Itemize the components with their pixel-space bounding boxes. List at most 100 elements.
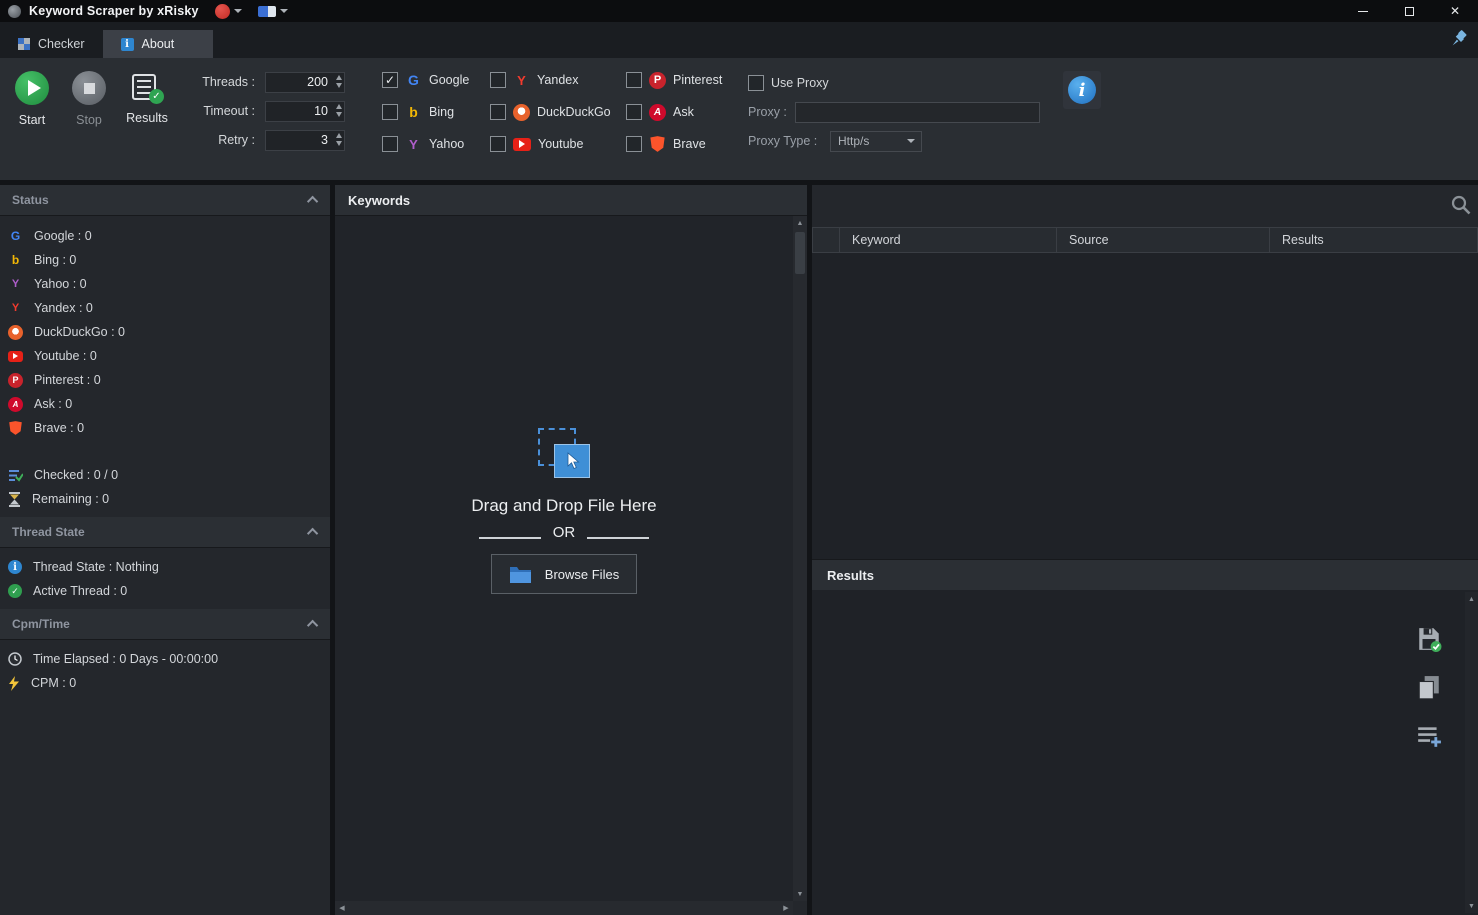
status-value: Yahoo : 0 [34, 277, 87, 291]
engine-label: Ask [673, 105, 694, 119]
thread-state-list: i Thread State : Nothing ✓ Active Thread… [0, 548, 330, 603]
engine-bing[interactable]: Bing [382, 104, 490, 121]
status-section-header[interactable]: Status [0, 185, 330, 216]
proxy-type-row: Proxy Type : Http/s [748, 130, 1048, 152]
engine-ask[interactable]: Ask [626, 104, 738, 121]
keywords-vertical-scrollbar[interactable]: ▲ ▼ [793, 216, 807, 901]
source-column-header[interactable]: Source [1057, 227, 1270, 253]
engine-youtube[interactable]: Youtube [490, 136, 626, 152]
pushpin-icon [1451, 30, 1468, 47]
engine-label: DuckDuckGo [537, 105, 611, 119]
brave-checkbox[interactable] [626, 136, 642, 152]
tab-checker[interactable]: Checker [0, 30, 103, 58]
brave-icon [8, 421, 23, 436]
scroll-up-button[interactable]: ▲ [793, 216, 807, 230]
language-flag-icon[interactable] [258, 6, 276, 17]
stop-icon [72, 71, 106, 105]
retry-spinner[interactable] [336, 133, 342, 146]
engine-yahoo[interactable]: Yahoo [382, 136, 490, 153]
engine-pinterest[interactable]: Pinterest [626, 72, 738, 89]
info-icon: i [8, 560, 22, 574]
pinterest-checkbox[interactable] [626, 72, 642, 88]
close-button[interactable]: ✕ [1432, 0, 1478, 22]
start-button[interactable]: Start [0, 58, 64, 127]
use-proxy-row[interactable]: Use Proxy [748, 72, 1048, 94]
threads-spinner[interactable] [336, 75, 342, 88]
search-button[interactable] [1450, 194, 1472, 221]
engine-label: Yandex [537, 73, 578, 87]
cpm-time-section-header[interactable]: Cpm/Time [0, 609, 330, 640]
scroll-down-button[interactable]: ▼ [1465, 899, 1478, 913]
keywords-header-label: Keywords [348, 193, 410, 208]
status-row-youtube: Youtube : 0 [0, 344, 330, 368]
yandex-checkbox[interactable] [490, 72, 506, 88]
engine-brave[interactable]: Brave [626, 136, 738, 153]
tab-about[interactable]: i About [103, 30, 213, 58]
engine-duckduckgo[interactable]: DuckDuckGo [490, 104, 626, 121]
scroll-left-button[interactable]: ◀ [335, 901, 349, 915]
row-index-column-header[interactable] [812, 227, 840, 253]
results-column-header[interactable]: Results [1270, 227, 1478, 253]
engine-google[interactable]: Google [382, 72, 490, 89]
chevron-down-icon[interactable] [280, 9, 288, 13]
minimize-icon [1358, 11, 1368, 12]
copy-results-button[interactable] [1417, 675, 1441, 701]
checked-list-icon [8, 468, 23, 483]
timeout-spinner[interactable] [336, 104, 342, 117]
active-thread-row: ✓ Active Thread : 0 [0, 579, 330, 603]
thread-state-section-header[interactable]: Thread State [0, 517, 330, 548]
duckduckgo-icon [513, 104, 530, 121]
clock-icon [8, 652, 22, 666]
scroll-up-button[interactable]: ▲ [1465, 592, 1478, 606]
youtube-checkbox[interactable] [490, 136, 506, 152]
pinterest-icon [649, 72, 666, 89]
browse-files-button[interactable]: Browse Files [491, 554, 637, 594]
save-check-icon [1416, 626, 1442, 652]
proxy-type-dropdown[interactable]: Http/s [830, 131, 922, 152]
chevron-up-icon [307, 620, 318, 631]
tab-bar: Checker i About [0, 22, 1478, 58]
scroll-down-button[interactable]: ▼ [793, 887, 807, 901]
bing-checkbox[interactable] [382, 104, 398, 120]
yahoo-checkbox[interactable] [382, 136, 398, 152]
pin-button[interactable] [1451, 30, 1468, 52]
scrollbar-thumb[interactable] [795, 232, 805, 274]
checked-value: Checked : 0 / 0 [34, 468, 118, 482]
proxy-input[interactable] [795, 102, 1040, 123]
duckduckgo-checkbox[interactable] [490, 104, 506, 120]
threads-label: Threads : [202, 75, 255, 89]
checker-icon [18, 38, 30, 50]
status-row-bing: Bing : 0 [0, 248, 330, 272]
threads-input[interactable] [265, 72, 345, 93]
active-thread-icon: ✓ [8, 584, 22, 598]
scroll-right-button[interactable]: ▶ [779, 901, 793, 915]
keyword-column-header[interactable]: Keyword [840, 227, 1057, 253]
google-icon [8, 229, 23, 244]
stop-button[interactable]: Stop [57, 58, 121, 127]
status-panel: Status Google : 0 Bing : 0 Yahoo : 0 Yan… [0, 185, 330, 915]
info-button[interactable]: i [1063, 71, 1101, 109]
list-check-icon: ✓ [132, 72, 162, 104]
maximize-button[interactable] [1386, 0, 1432, 22]
minimize-button[interactable] [1340, 0, 1386, 22]
add-to-list-button[interactable] [1416, 724, 1442, 748]
engine-yandex[interactable]: Yandex [490, 72, 626, 89]
app-badge-icon[interactable] [215, 4, 230, 19]
ask-checkbox[interactable] [626, 104, 642, 120]
google-checkbox[interactable] [382, 72, 398, 88]
proxy-label: Proxy : [748, 105, 795, 119]
results-vertical-scrollbar[interactable]: ▲ ▼ [1465, 592, 1478, 913]
file-dropzone[interactable]: Drag and Drop File Here OR Browse Files [335, 428, 793, 594]
timeout-input[interactable] [265, 101, 345, 122]
proxy-type-label: Proxy Type : [748, 134, 830, 148]
retry-input[interactable] [265, 130, 345, 151]
results-panel: Keyword Source Results Results [812, 185, 1478, 915]
results-actions [1416, 626, 1442, 748]
status-engine-list: Google : 0 Bing : 0 Yahoo : 0 Yandex : 0… [0, 216, 330, 511]
hourglass-icon [8, 492, 21, 507]
engine-label: Youtube [538, 137, 583, 151]
chevron-down-icon[interactable] [234, 9, 242, 13]
save-results-button[interactable] [1416, 626, 1442, 652]
keywords-horizontal-scrollbar[interactable]: ◀ ▶ [335, 901, 793, 915]
use-proxy-checkbox[interactable] [748, 75, 764, 91]
